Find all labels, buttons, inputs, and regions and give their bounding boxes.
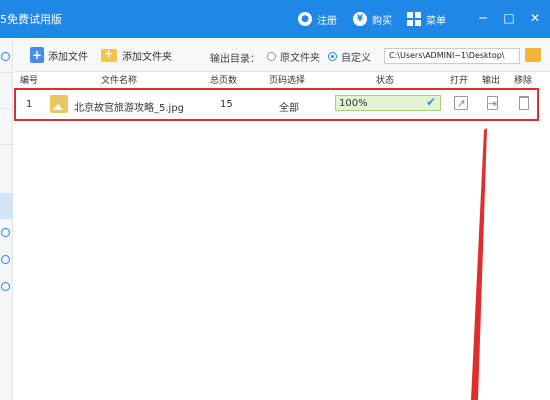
radio-custom-label: 自定义 [341,52,371,64]
register-button[interactable]: ● 注册 [298,10,337,28]
register-label: 注册 [317,15,337,27]
row-pages: 15 [220,99,233,110]
close-button[interactable]: ✕ [527,10,543,26]
sidebar-circle-icon[interactable] [1,228,10,237]
buy-button[interactable]: ¥ 购买 [353,10,392,28]
menu-button[interactable]: 菜单 [407,10,446,28]
radio-original-label: 原文件夹 [280,52,320,64]
app-window: 5免费试用版 ● 注册 ¥ 购买 菜单 ─ □ ✕ + 添加文件 + 添加文件夹… [0,0,550,400]
row-filename: 北京故宫旅游攻略_5.jpg [74,103,185,114]
sidebar-item-selected[interactable] [0,193,13,219]
sidebar-circle-icon[interactable] [1,52,10,61]
browse-folder-icon[interactable] [525,48,541,62]
menu-grid-icon [407,12,421,26]
header-remove: 移除 [514,76,533,86]
header-open: 打开 [450,76,469,86]
sidebar-divider [0,72,13,73]
table-row[interactable]: 1 北京故宫旅游攻略_5.jpg 15 全部 100% ✔ ↗ ⇥ [14,88,539,121]
header-output: 输出 [482,76,501,86]
row-page-select[interactable]: 全部 [279,99,299,114]
header-pages: 总页数 [210,76,238,86]
output-file-icon[interactable]: ⇥ [487,96,498,110]
add-folder-icon [101,47,117,62]
status-progress-bar: 100% ✔ [335,95,441,111]
radio-original-folder[interactable]: 原文件夹 [267,50,320,64]
add-folder-button[interactable]: 添加文件夹 [101,47,172,63]
radio-custom[interactable]: 自定义 [328,50,371,64]
user-icon: ● [298,12,312,26]
left-sidebar [0,38,13,400]
title-bar: 5免费试用版 ● 注册 ¥ 购买 菜单 ─ □ ✕ [0,0,550,38]
header-index: 编号 [20,76,39,86]
add-folder-label: 添加文件夹 [122,51,172,63]
radio-circle [267,51,276,61]
image-file-icon [50,95,68,113]
menu-label: 菜单 [426,15,446,27]
output-path-field[interactable]: C:\Users\ADMINI~1\Desktop\ [384,48,520,64]
sidebar-divider [0,144,13,145]
check-icon: ✔ [425,95,436,109]
header-status: 状态 [376,76,395,86]
add-file-button[interactable]: + 添加文件 [30,47,88,63]
row-index: 1 [26,99,33,110]
progress-text: 100% [339,98,368,109]
header-filename: 文件名称 [101,76,138,86]
output-dir-label: 输出目录： [210,54,260,65]
header-page-select: 页码选择 [269,76,306,86]
maximize-button[interactable]: □ [501,10,517,26]
add-file-icon: + [30,47,44,63]
trash-icon[interactable] [519,96,529,110]
toolbar: + 添加文件 添加文件夹 输出目录： 原文件夹 自定义 C:\Users\ADM… [14,38,550,72]
window-title: 5免费试用版 [0,13,62,26]
sidebar-circle-icon[interactable] [1,255,10,264]
table-header: 编号 文件名称 总页数 页码选择 状态 打开 输出 移除 [14,72,550,86]
add-file-label: 添加文件 [48,51,88,63]
sidebar-circle-icon[interactable] [1,282,10,291]
annotation-arrow-shape [471,128,487,400]
yen-icon: ¥ [353,12,367,26]
buy-label: 购买 [372,15,392,27]
sidebar-divider [0,108,13,109]
open-file-icon[interactable]: ↗ [454,96,468,110]
minimize-button[interactable]: ─ [475,10,491,26]
radio-circle-selected [328,51,337,61]
